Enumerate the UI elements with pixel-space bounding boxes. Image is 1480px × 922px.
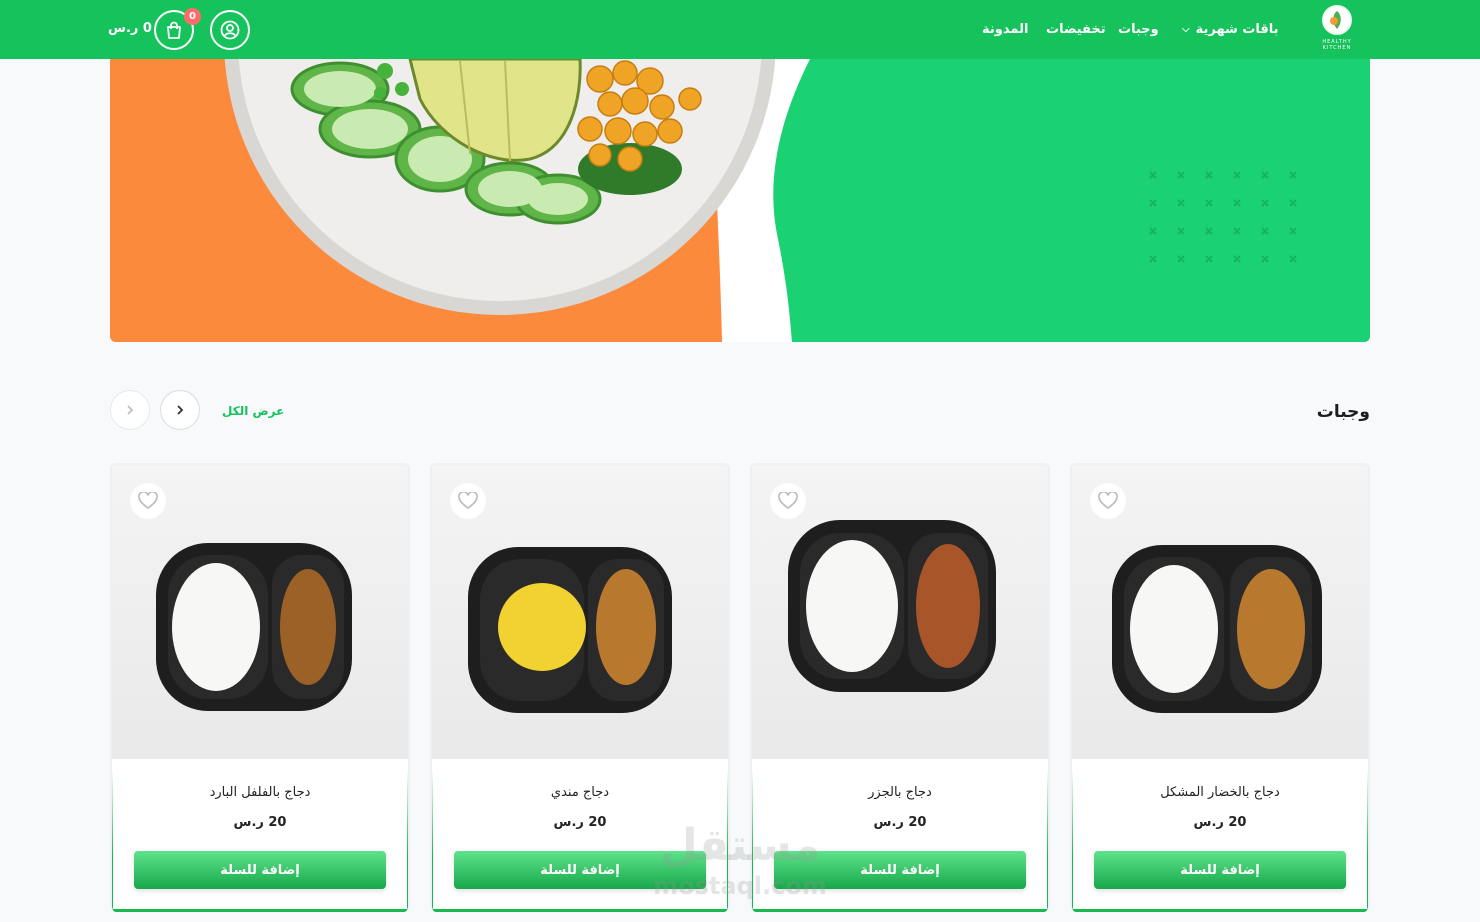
cart-total: 0 ر.س: [108, 21, 152, 36]
section-title: وجبات: [1316, 402, 1370, 422]
heart-icon: [778, 492, 798, 509]
product-card[interactable]: دجاج بالفلفل البارد 20 ر.س إضافة للسلة: [110, 463, 410, 912]
product-name[interactable]: دجاج بالخضار المشكل: [1072, 785, 1368, 800]
product-name[interactable]: دجاج مندي: [432, 785, 728, 800]
add-to-cart-button[interactable]: إضافة للسلة: [134, 851, 386, 889]
product-card[interactable]: دجاج بالجزر 20 ر.س إضافة للسلة: [750, 463, 1050, 912]
wishlist-heart-button[interactable]: [130, 483, 166, 519]
product-card[interactable]: دجاج بالخضار المشكل 20 ر.س إضافة للسلة: [1070, 463, 1370, 912]
product-price: 20 ر.س: [1193, 815, 1247, 830]
view-all-link[interactable]: عرض الكل: [222, 404, 284, 418]
cart-count-badge: 0: [184, 8, 201, 25]
chevron-right-icon: [177, 405, 184, 415]
chevron-down-icon: ⌵: [1182, 24, 1190, 35]
product-name[interactable]: دجاج بالجزر: [752, 785, 1048, 800]
heart-icon: [1098, 492, 1118, 509]
wishlist-heart-button[interactable]: [450, 483, 486, 519]
nav-monthly-plans[interactable]: ⌵ باقات شهرية: [1182, 0, 1279, 59]
user-icon: [220, 20, 240, 40]
carousel-prev-button[interactable]: [110, 390, 150, 430]
heart-icon: [138, 492, 158, 509]
hero-illustration: [110, 59, 1370, 342]
heart-icon: [458, 492, 478, 509]
nav-blog[interactable]: المدونة: [982, 0, 1028, 59]
top-navbar: HEALTHY KITCHEN ⌵ باقات شهرية وجبات تخفي…: [0, 0, 1480, 59]
wishlist-heart-button[interactable]: [770, 483, 806, 519]
account-button[interactable]: [210, 10, 250, 50]
product-card[interactable]: دجاج مندي 20 ر.س إضافة للسلة: [430, 463, 730, 912]
carousel-next-button[interactable]: [160, 390, 200, 430]
hero-banner: [110, 59, 1370, 342]
shopping-bag-icon: [167, 21, 181, 39]
nav-meals[interactable]: وجبات: [1118, 0, 1159, 59]
logo-text: HEALTHY KITCHEN: [1322, 39, 1352, 51]
add-to-cart-button[interactable]: إضافة للسلة: [454, 851, 706, 889]
chevron-right-icon: [127, 405, 134, 415]
wishlist-heart-button[interactable]: [1090, 483, 1126, 519]
logo-leaf-icon: [1322, 5, 1352, 35]
nav-monthly-label: باقات شهرية: [1195, 22, 1279, 37]
brand-logo[interactable]: HEALTHY KITCHEN: [1319, 5, 1355, 53]
add-to-cart-button[interactable]: إضافة للسلة: [1094, 851, 1346, 889]
product-price: 20 ر.س: [553, 815, 607, 830]
add-to-cart-button[interactable]: إضافة للسلة: [774, 851, 1026, 889]
product-price: 20 ر.س: [873, 815, 927, 830]
cart-button[interactable]: 0: [154, 8, 201, 50]
product-name[interactable]: دجاج بالفلفل البارد: [112, 785, 408, 800]
nav-offers[interactable]: تخفيضات: [1046, 0, 1106, 59]
product-price: 20 ر.س: [233, 815, 287, 830]
